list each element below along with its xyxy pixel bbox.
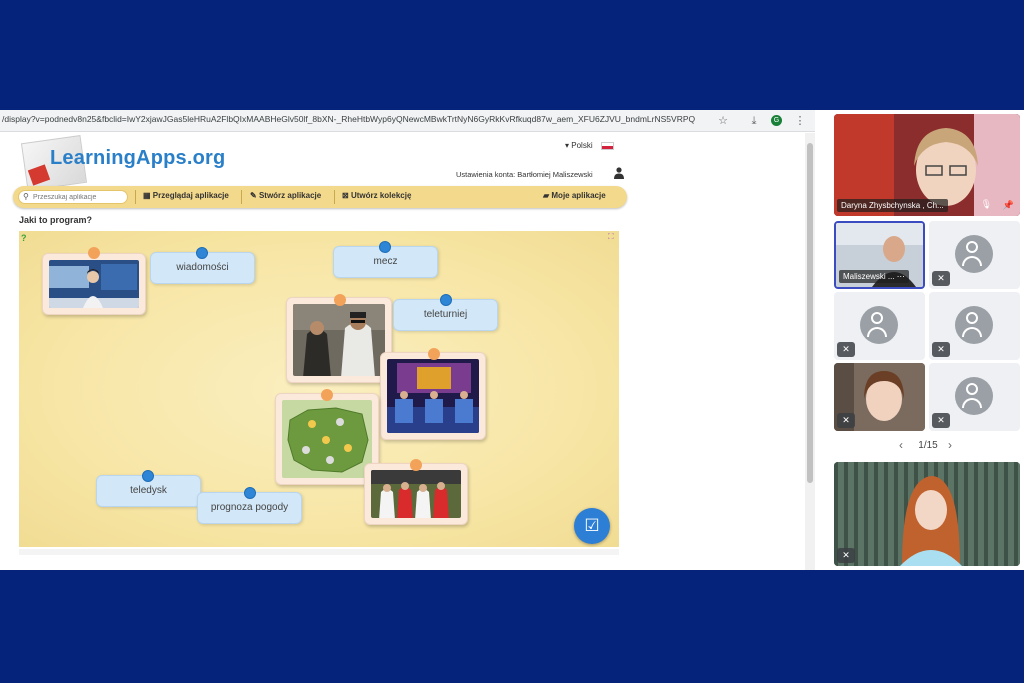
check-icon: ☑: [584, 516, 600, 535]
main-navigation: ⚲ ▦ Przeglądaj aplikacje ✎ Stwórz aplika…: [13, 186, 627, 208]
task-title: Jaki to program?: [19, 215, 93, 225]
pin-label-news[interactable]: [196, 247, 208, 259]
mic-off-icon: ✕: [932, 413, 950, 428]
page-scrollbar[interactable]: [805, 133, 815, 570]
avatar: [955, 306, 993, 344]
check-answers-button[interactable]: ☑: [574, 508, 610, 544]
pin-label-quiz-show[interactable]: [440, 294, 452, 306]
chevron-down-icon: ▾: [565, 141, 570, 150]
nav-divider: [241, 190, 242, 204]
participant-tile-5[interactable]: ✕: [929, 292, 1020, 360]
self-view-video: [834, 462, 1020, 566]
participant-tile-4[interactable]: ✕: [834, 292, 925, 360]
quiz-show-picture: [387, 359, 479, 433]
participant-tile-6[interactable]: ✕: [834, 363, 925, 431]
pin-news[interactable]: [88, 247, 100, 259]
nav-create-collection[interactable]: ⊠ Utwórz kolekcję: [342, 191, 411, 200]
chevron-right-icon[interactable]: ›: [948, 438, 952, 452]
profile-icon[interactable]: G: [771, 115, 782, 126]
participant-tile-7[interactable]: ✕: [929, 363, 1020, 431]
avatar: [860, 306, 898, 344]
nav-divider: [135, 190, 136, 204]
pin-label-music-video[interactable]: [142, 470, 154, 482]
image-card-music-video[interactable]: [286, 297, 392, 383]
participant-tile-2[interactable]: Maliszewski ... ⋯: [834, 221, 925, 289]
nav-create-label: Stwórz aplikacje: [258, 191, 322, 200]
nav-create-app[interactable]: ✎ Stwórz aplikacje: [250, 191, 321, 200]
pin-quiz-show[interactable]: [428, 348, 440, 360]
image-card-quiz-show[interactable]: [380, 352, 486, 440]
language-label: Polski: [571, 141, 593, 150]
pin-label-match[interactable]: [379, 241, 391, 253]
pin-icon[interactable]: 📌: [1003, 200, 1014, 211]
image-card-news[interactable]: [42, 253, 146, 315]
news-picture: [49, 260, 139, 308]
star-icon[interactable]: ☆: [715, 113, 731, 129]
pin-label-weather[interactable]: [244, 487, 256, 499]
match-picture: [371, 470, 461, 518]
image-card-match[interactable]: [364, 463, 468, 525]
nav-browse-apps[interactable]: ▦ Przeglądaj aplikacje: [143, 191, 229, 200]
participant-1-name: Daryna Zhysbchynska , Ch...: [837, 199, 948, 212]
browser-address-bar[interactable]: /display?v=podnedv8n25&fbclid=IwY2xjawJG…: [0, 110, 815, 132]
search-box[interactable]: ⚲: [18, 190, 128, 204]
search-icon: ⚲: [23, 192, 29, 201]
scrollbar-thumb[interactable]: [807, 143, 813, 483]
nav-my-apps-label: Moje aplikacje: [551, 191, 606, 200]
user-icon[interactable]: [614, 167, 624, 179]
language-selector[interactable]: ▾ Polski: [565, 141, 593, 150]
board-footer: [19, 549, 619, 555]
nav-collection-label: Utwórz kolekcję: [350, 191, 412, 200]
search-input[interactable]: [33, 192, 125, 203]
weather-map-picture: [282, 400, 372, 478]
folder-icon: ▰: [543, 191, 550, 200]
avatar: [955, 377, 993, 415]
mic-off-icon: ✕: [837, 413, 855, 428]
pin-match[interactable]: [410, 459, 422, 471]
nav-browse-label: Przeglądaj aplikacje: [152, 191, 229, 200]
flag-icon: [601, 142, 614, 150]
fullscreen-icon[interactable]: ⛶: [608, 232, 618, 242]
self-view-tile[interactable]: ✕: [834, 462, 1020, 566]
site-logo[interactable]: LearningApps.org: [50, 147, 225, 170]
participant-tile-3[interactable]: ✕: [929, 221, 1020, 289]
mic-off-icon: ✕: [837, 548, 855, 563]
more-icon[interactable]: ⋮: [792, 113, 808, 129]
collection-icon: ⊠: [342, 191, 349, 200]
participant-tile-1[interactable]: Daryna Zhysbchynska , Ch... 🎙 📌: [834, 114, 1020, 216]
account-settings[interactable]: Ustawienia konta: Bartłomiej Maliszewski: [456, 170, 593, 179]
url-text[interactable]: /display?v=podnedv8n25&fbclid=IwY2xjawJG…: [2, 114, 702, 128]
mic-off-icon: ✕: [932, 342, 950, 357]
grid-icon: ▦: [143, 191, 151, 200]
mic-off-icon: ✕: [932, 271, 950, 286]
help-icon[interactable]: ?: [21, 233, 32, 244]
pin-music-video[interactable]: [334, 294, 346, 306]
participant-2-name: Maliszewski ... ⋯: [839, 270, 909, 283]
mic-off-icon: 🎙: [980, 199, 992, 209]
music-video-picture: [293, 304, 385, 376]
pin-weather[interactable]: [321, 389, 333, 401]
nav-my-apps[interactable]: ▰ Moje aplikacje: [543, 191, 606, 200]
download-icon[interactable]: ⤓: [746, 113, 762, 129]
pencil-icon: ✎: [250, 191, 257, 200]
mic-off-icon: ✕: [837, 342, 855, 357]
nav-divider: [334, 190, 335, 204]
avatar: [955, 235, 993, 273]
